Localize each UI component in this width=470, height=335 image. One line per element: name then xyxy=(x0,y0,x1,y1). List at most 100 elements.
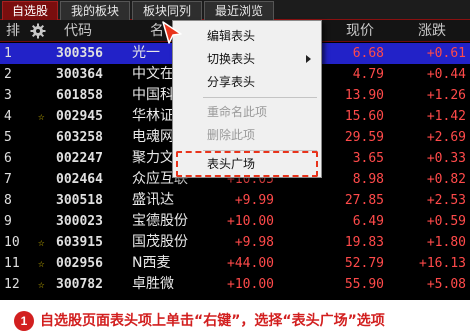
star-mark-icon: ☆ xyxy=(38,236,45,249)
price-change: +16.13 xyxy=(419,256,466,271)
stock-price: 3.65 xyxy=(352,151,384,166)
table-row[interactable]: 9 300023 宝德股份 +10.00 6.49 +0.59 xyxy=(0,211,470,232)
stock-price: 6.68 xyxy=(352,46,384,61)
change-header[interactable]: 涨跌 xyxy=(418,20,446,42)
stock-price: 13.90 xyxy=(344,88,384,103)
row-index: 10 xyxy=(4,235,20,250)
tab-my-sectors[interactable]: 我的板块 xyxy=(60,1,130,20)
row-index: 11 xyxy=(4,256,20,271)
change-percent: +10.00 xyxy=(227,277,274,292)
price-change: +1.26 xyxy=(426,88,466,103)
stock-price: 15.60 xyxy=(344,109,384,124)
price-change: +0.33 xyxy=(426,151,466,166)
table-row[interactable]: 11 ☆ 002956 N西麦 +44.00 52.79 +16.13 xyxy=(0,253,470,274)
menu-item-delete: 删除此项 xyxy=(173,124,321,146)
menu-item-switch-header[interactable]: 切换表头 xyxy=(173,48,321,70)
stock-name: 光一 xyxy=(132,45,160,61)
price-change: +2.53 xyxy=(426,193,466,208)
row-index: 1 xyxy=(4,46,12,61)
tab-bar: 自选股 我的板块 板块同列 最近浏览 xyxy=(0,0,470,20)
stock-name: 聚力文 xyxy=(132,150,174,166)
stock-name: 电魂网 xyxy=(132,129,174,145)
tab-watchlist[interactable]: 自选股 xyxy=(2,1,58,20)
menu-item-label: 重命名此项 xyxy=(207,105,268,119)
stock-name: 中国科 xyxy=(132,87,174,103)
stock-name: 华林证 xyxy=(132,108,174,124)
stock-price: 52.79 xyxy=(344,256,384,271)
sort-header[interactable]: 排 xyxy=(6,20,20,42)
stock-code: 603915 xyxy=(56,235,103,250)
table-row[interactable]: 10 ☆ 603915 国茂股份 +9.98 19.83 +1.80 xyxy=(0,232,470,253)
change-percent: +10.00 xyxy=(227,214,274,229)
instruction-text: 自选股页面表头项上单击“右键”，选择“表头广场”选项 xyxy=(40,313,385,329)
highlight-box xyxy=(176,151,318,177)
stock-price: 55.90 xyxy=(344,277,384,292)
stock-code: 002945 xyxy=(56,109,103,124)
stock-code: 300364 xyxy=(56,67,103,82)
star-mark-icon: ☆ xyxy=(38,110,45,123)
row-index: 3 xyxy=(4,88,12,103)
row-index: 2 xyxy=(4,67,12,82)
gear-icon[interactable] xyxy=(30,23,46,39)
step-number-badge: 1 xyxy=(14,311,34,331)
stock-code: 300518 xyxy=(56,193,103,208)
submenu-arrow-icon xyxy=(306,55,311,63)
row-index: 5 xyxy=(4,130,12,145)
price-change: +5.08 xyxy=(426,277,466,292)
menu-separator xyxy=(203,97,317,98)
stock-app-window: 自选股 我的板块 板块同列 最近浏览 排 代码 名 现价 涨跌 1 300356… xyxy=(0,0,470,300)
menu-item-label: 分享表头 xyxy=(207,75,256,89)
stock-name: 卓胜微 xyxy=(132,276,174,292)
stock-price: 29.59 xyxy=(344,130,384,145)
price-change: +1.80 xyxy=(426,235,466,250)
stock-price: 19.83 xyxy=(344,235,384,250)
stock-name: N西麦 xyxy=(132,255,171,271)
row-index: 8 xyxy=(4,193,12,208)
row-index: 4 xyxy=(4,109,12,124)
code-header[interactable]: 代码 xyxy=(64,20,92,42)
price-change: +0.82 xyxy=(426,172,466,187)
price-change: +2.69 xyxy=(426,130,466,145)
price-header[interactable]: 现价 xyxy=(346,20,374,42)
menu-item-share-header[interactable]: 分享表头 xyxy=(173,71,321,93)
stock-name: 中文在 xyxy=(132,66,174,82)
stock-price: 8.98 xyxy=(352,172,384,187)
price-change: +0.44 xyxy=(426,67,466,82)
stock-code: 002464 xyxy=(56,172,103,187)
stock-code: 002247 xyxy=(56,151,103,166)
price-change: +0.59 xyxy=(426,214,466,229)
stock-code: 300023 xyxy=(56,214,103,229)
price-change: +1.42 xyxy=(426,109,466,124)
stock-code: 300356 xyxy=(56,46,103,61)
stock-price: 6.49 xyxy=(352,214,384,229)
change-percent: +9.98 xyxy=(234,235,274,250)
table-row[interactable]: 12 ☆ 300782 卓胜微 +10.00 55.90 +5.08 xyxy=(0,274,470,295)
stock-name: 盛讯达 xyxy=(132,192,174,208)
tab-recent[interactable]: 最近浏览 xyxy=(204,1,274,20)
menu-item-rename: 重命名此项 xyxy=(173,101,321,123)
stock-code: 603258 xyxy=(56,130,103,145)
stock-name: 宝德股份 xyxy=(132,213,188,229)
stock-name: 国茂股份 xyxy=(132,234,188,250)
row-index: 7 xyxy=(4,172,12,187)
star-mark-icon: ☆ xyxy=(38,278,45,291)
star-mark-icon: ☆ xyxy=(38,257,45,270)
instruction-caption: 1 自选股页面表头项上单击“右键”，选择“表头广场”选项 xyxy=(0,308,470,335)
change-percent: +44.00 xyxy=(227,256,274,271)
stock-code: 002956 xyxy=(56,256,103,271)
change-percent: +9.99 xyxy=(234,193,274,208)
stock-price: 27.85 xyxy=(344,193,384,208)
row-index: 12 xyxy=(4,277,20,292)
stock-code: 601858 xyxy=(56,88,103,103)
table-row[interactable]: 8 300518 盛讯达 +9.99 27.85 +2.53 xyxy=(0,190,470,211)
stock-code: 300782 xyxy=(56,277,103,292)
tab-sector-list[interactable]: 板块同列 xyxy=(132,1,202,20)
menu-item-label: 编辑表头 xyxy=(207,29,256,43)
stock-price: 4.79 xyxy=(352,67,384,82)
mouse-cursor-icon xyxy=(162,21,182,44)
menu-item-edit-header[interactable]: 编辑表头 xyxy=(173,25,321,47)
row-index: 9 xyxy=(4,214,12,229)
row-index: 6 xyxy=(4,151,12,166)
price-change: +0.61 xyxy=(426,46,466,61)
menu-item-label: 删除此项 xyxy=(207,128,256,142)
